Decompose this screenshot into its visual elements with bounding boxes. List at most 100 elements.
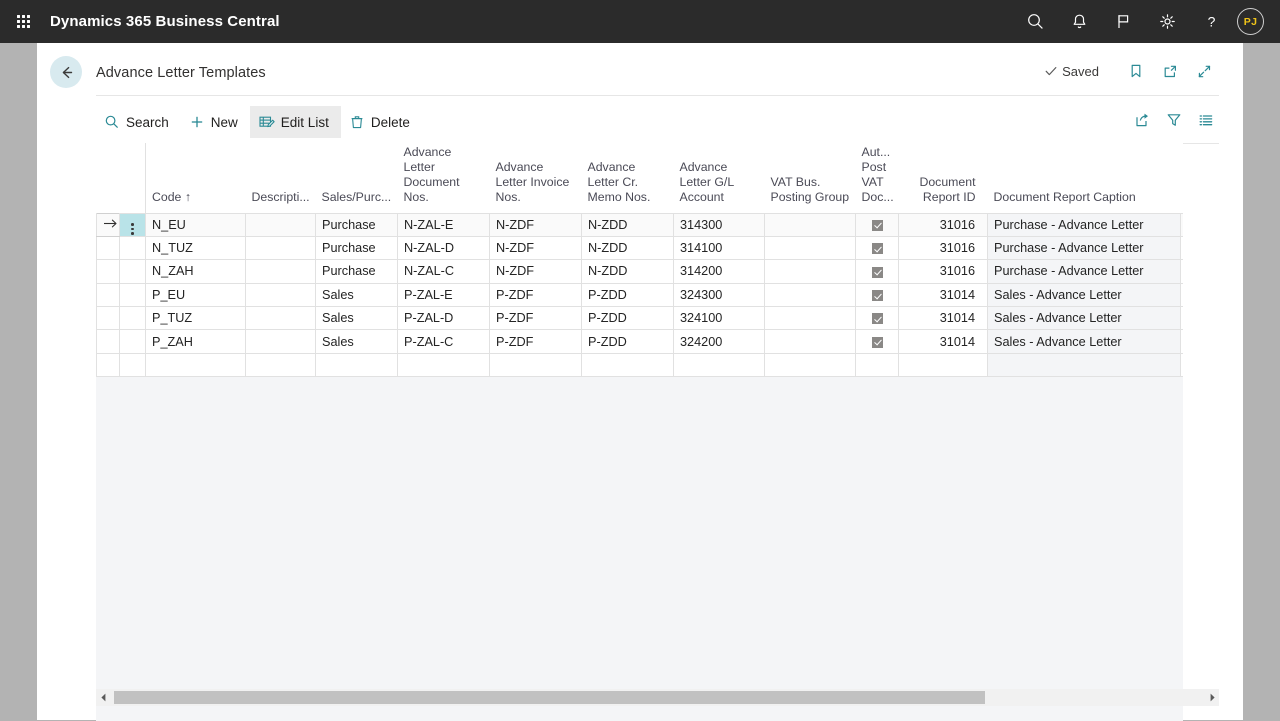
cell-more[interactable] — [1180, 352, 1183, 378]
notification-bell-icon[interactable] — [1057, 0, 1101, 43]
cell-doc-nos[interactable]: N-ZAL-C — [397, 259, 490, 284]
table-row[interactable] — [96, 352, 1183, 378]
cell-description[interactable] — [245, 352, 316, 378]
cell-description[interactable] — [245, 282, 316, 308]
cell-code[interactable] — [145, 352, 246, 378]
cell-more[interactable] — [1180, 306, 1183, 331]
flag-icon[interactable] — [1101, 0, 1145, 43]
cell-doc-nos[interactable]: N-ZAL-D — [397, 235, 490, 261]
cell-code[interactable]: P_EU — [145, 282, 246, 308]
cell-auto-post-vat[interactable] — [855, 282, 899, 308]
checkbox-checked[interactable] — [871, 266, 883, 278]
cell-cr-memo-nos[interactable] — [581, 352, 674, 378]
cell-invoice-nos[interactable]: N-ZDF — [489, 212, 582, 237]
scrollbar-thumb[interactable] — [114, 691, 985, 704]
scroll-left-icon[interactable] — [96, 689, 110, 706]
row-menu-button[interactable] — [119, 352, 146, 378]
cell-report-caption[interactable]: Purchase - Advance Letter — [987, 259, 1181, 284]
search-button[interactable]: Search — [96, 106, 181, 138]
col-header-sales-purch[interactable]: Sales/Purc... — [315, 143, 398, 213]
waffle-menu-button[interactable] — [0, 15, 46, 28]
checkbox-checked[interactable] — [871, 313, 883, 325]
cell-invoice-nos[interactable]: P-ZDF — [489, 306, 582, 331]
cell-sales-purch[interactable]: Sales — [315, 282, 398, 308]
edit-list-button[interactable]: Edit List — [249, 106, 341, 138]
cell-cr-memo-nos[interactable]: N-ZDD — [581, 235, 674, 261]
cell-cr-memo-nos[interactable]: N-ZDD — [581, 212, 674, 237]
table-row[interactable]: N_EU Purchase N-ZAL-E N-ZDF N-ZDD 314300 31016… — [96, 212, 1183, 237]
cell-description[interactable] — [245, 212, 316, 237]
col-header-cr-memo-nos[interactable]: Advance Letter Cr. Memo Nos. — [581, 143, 674, 213]
cell-more[interactable] — [1180, 235, 1183, 261]
cell-more[interactable] — [1180, 212, 1183, 237]
cell-vat-bus-group[interactable] — [764, 212, 856, 237]
row-menu-button[interactable] — [119, 259, 146, 284]
scroll-right-icon[interactable] — [1205, 689, 1219, 706]
cell-more[interactable] — [1180, 259, 1183, 284]
cell-auto-post-vat[interactable] — [855, 352, 899, 378]
cell-invoice-nos[interactable]: N-ZDF — [489, 235, 582, 261]
table-row[interactable]: N_TUZ Purchase N-ZAL-D N-ZDF N-ZDD 314100 3101… — [96, 235, 1183, 261]
cell-report-id[interactable]: 31014 — [898, 329, 988, 354]
cell-cr-memo-nos[interactable]: P-ZDD — [581, 306, 674, 331]
delete-button[interactable]: Delete — [341, 106, 422, 138]
help-question-icon[interactable]: ? — [1189, 0, 1233, 43]
scrollbar-track[interactable] — [110, 689, 1205, 706]
cell-vat-bus-group[interactable] — [764, 306, 856, 331]
cell-report-caption[interactable] — [987, 352, 1181, 378]
cell-report-id[interactable]: 31014 — [898, 306, 988, 331]
cell-doc-nos[interactable]: P-ZAL-D — [397, 306, 490, 331]
filter-funnel-icon[interactable] — [1161, 106, 1187, 134]
col-header-vat-bus-group[interactable]: VAT Bus. Posting Group — [764, 143, 856, 213]
cell-invoice-nos[interactable]: P-ZDF — [489, 329, 582, 354]
cell-vat-bus-group[interactable] — [764, 282, 856, 308]
cell-doc-nos[interactable]: N-ZAL-E — [397, 212, 490, 237]
table-row[interactable]: P_EU Sales P-ZAL-E P-ZDF P-ZDD 324300 31014 Sal… — [96, 282, 1183, 308]
cell-code[interactable]: N_TUZ — [145, 235, 246, 261]
cell-code[interactable]: P_TUZ — [145, 306, 246, 331]
share-export-icon[interactable] — [1129, 106, 1155, 134]
row-menu-button[interactable] — [119, 212, 146, 237]
cell-description[interactable] — [245, 235, 316, 261]
cell-sales-purch[interactable]: Purchase — [315, 235, 398, 261]
cell-auto-post-vat[interactable] — [855, 259, 899, 284]
cell-report-id[interactable] — [898, 352, 988, 378]
gear-icon[interactable] — [1145, 0, 1189, 43]
cell-report-caption[interactable]: Sales - Advance Letter — [987, 306, 1181, 331]
checkbox-checked[interactable] — [871, 243, 883, 255]
cell-report-caption[interactable]: Purchase - Advance Letter — [987, 212, 1181, 237]
cell-report-id[interactable]: 31016 — [898, 235, 988, 261]
cell-gl-account[interactable]: 324100 — [673, 306, 765, 331]
cell-description[interactable] — [245, 329, 316, 354]
col-header-auto-post-vat[interactable]: Aut... Post VAT Doc... — [855, 143, 899, 213]
cell-vat-bus-group[interactable] — [764, 352, 856, 378]
col-header-description[interactable]: Descripti... — [245, 143, 316, 213]
cell-invoice-nos[interactable]: N-ZDF — [489, 259, 582, 284]
cell-report-caption[interactable]: Purchase - Advance Letter — [987, 235, 1181, 261]
checkbox-checked[interactable] — [871, 290, 883, 301]
cell-vat-bus-group[interactable] — [764, 329, 856, 354]
row-menu-button[interactable] — [119, 282, 146, 308]
col-header-report-id[interactable]: Document Report ID — [898, 143, 988, 213]
horizontal-scrollbar[interactable] — [96, 689, 1219, 706]
cell-gl-account[interactable]: 314200 — [673, 259, 765, 284]
cell-gl-account[interactable]: 324200 — [673, 329, 765, 354]
cell-sales-purch[interactable] — [315, 352, 398, 378]
new-button[interactable]: New — [181, 106, 250, 138]
row-menu-button[interactable] — [119, 329, 146, 354]
cell-more[interactable] — [1180, 329, 1183, 354]
cell-vat-bus-group[interactable] — [764, 235, 856, 261]
bookmark-icon[interactable] — [1121, 57, 1151, 85]
collapse-icon[interactable] — [1189, 57, 1219, 85]
cell-sales-purch[interactable]: Sales — [315, 306, 398, 331]
cell-doc-nos[interactable]: P-ZAL-E — [397, 282, 490, 308]
back-button[interactable] — [50, 56, 82, 88]
cell-code[interactable]: N_EU — [145, 212, 246, 237]
checkbox-checked[interactable] — [871, 219, 883, 231]
cell-report-id[interactable]: 31016 — [898, 259, 988, 284]
cell-code[interactable]: N_ZAH — [145, 259, 246, 284]
col-header-more[interactable]: M — [1180, 143, 1183, 213]
cell-report-id[interactable]: 31016 — [898, 212, 988, 237]
cell-sales-purch[interactable]: Purchase — [315, 259, 398, 284]
cell-vat-bus-group[interactable] — [764, 259, 856, 284]
